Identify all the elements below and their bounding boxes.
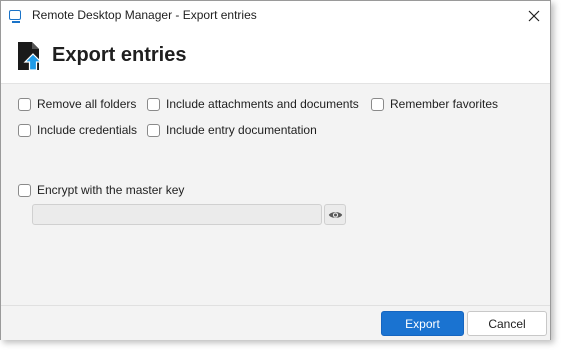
- close-icon: [528, 10, 540, 22]
- checkbox-box[interactable]: [147, 97, 160, 111]
- export-entries-dialog: Remote Desktop Manager - Export entries …: [0, 0, 551, 340]
- checkbox-box[interactable]: [371, 97, 384, 111]
- master-key-password-field[interactable]: [32, 204, 322, 225]
- dialog-header: Export entries: [1, 31, 550, 84]
- checkbox-label: Encrypt with the master key: [37, 183, 185, 197]
- checkbox-box[interactable]: [18, 97, 31, 111]
- checkbox-label: Remove all folders: [37, 97, 137, 111]
- close-button[interactable]: [519, 3, 549, 29]
- dialog-footer: Export Cancel: [1, 305, 550, 340]
- remove-all-folders-checkbox[interactable]: Remove all folders: [18, 97, 136, 111]
- window-title: Remote Desktop Manager - Export entries: [32, 8, 257, 22]
- checkbox-label: Include entry documentation: [166, 123, 317, 137]
- remember-favorites-checkbox[interactable]: Remember favorites: [371, 97, 498, 111]
- export-button[interactable]: Export: [381, 311, 464, 336]
- include-attachments-checkbox[interactable]: Include attachments and documents: [147, 97, 359, 111]
- checkbox-box[interactable]: [147, 123, 160, 137]
- show-password-button[interactable]: [324, 204, 346, 225]
- cancel-button[interactable]: Cancel: [467, 311, 547, 336]
- encrypt-master-key-checkbox[interactable]: Encrypt with the master key: [18, 183, 184, 197]
- eye-icon: [328, 211, 342, 218]
- checkbox-box[interactable]: [18, 123, 31, 137]
- remote-desktop-icon: [9, 10, 21, 23]
- export-document-icon: [18, 42, 41, 71]
- include-entry-documentation-checkbox[interactable]: Include entry documentation: [147, 123, 317, 137]
- checkbox-box[interactable]: [18, 183, 31, 197]
- checkbox-label: Include credentials: [37, 123, 138, 137]
- checkbox-label: Include attachments and documents: [166, 97, 359, 111]
- checkbox-label: Remember favorites: [390, 97, 499, 111]
- include-credentials-checkbox[interactable]: Include credentials: [18, 123, 137, 137]
- page-title: Export entries: [52, 44, 187, 66]
- title-bar: Remote Desktop Manager - Export entries: [1, 1, 550, 31]
